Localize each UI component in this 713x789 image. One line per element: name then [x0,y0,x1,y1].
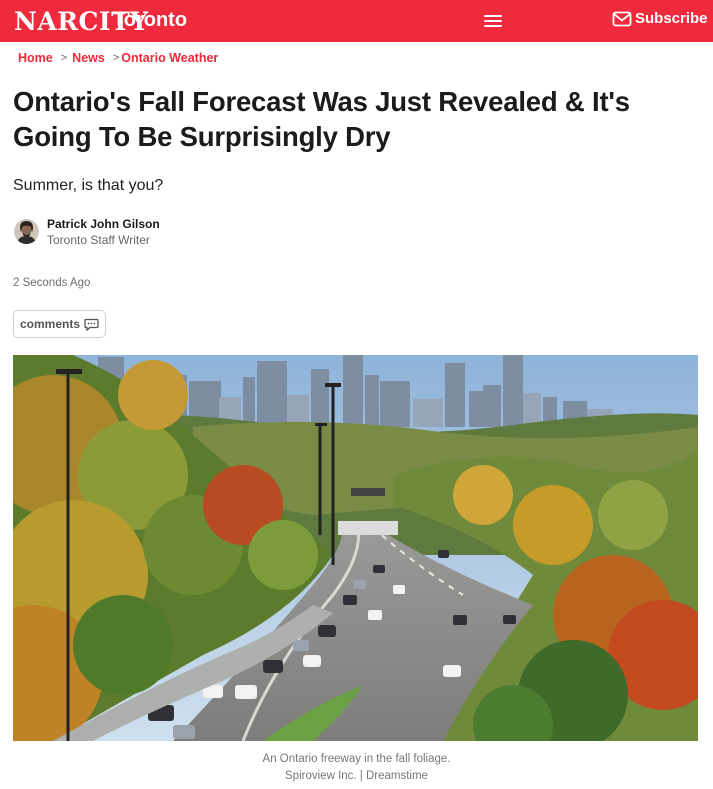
author-avatar[interactable] [14,219,39,244]
image-caption: An Ontario freeway in the fall foliage. … [0,751,713,785]
comments-label: comments [20,317,81,331]
photo-credit: Spiroview Inc. | Dreamstime [285,770,428,782]
caption-text: An Ontario freeway in the fall foliage. [262,753,451,765]
article-subheading: Summer, is that you? [13,177,164,194]
subscribe-button[interactable]: Subscribe [612,10,708,27]
breadcrumb-separator: > [60,52,68,64]
breadcrumb-ontario-weather[interactable]: Ontario Weather [121,51,218,65]
subscribe-label: Subscribe [635,10,708,27]
breadcrumb-home[interactable]: Home [18,51,53,65]
article-headline: Ontario's Fall Forecast Was Just Reveale… [13,86,630,152]
city-label[interactable]: Toronto [113,8,187,32]
author-role: Toronto Staff Writer [47,233,150,247]
feature-image[interactable] [13,355,698,741]
breadcrumb-news[interactable]: News [72,51,105,65]
breadcrumb: Home > News > Ontario Weather [18,51,218,65]
comments-button[interactable]: comments [13,310,106,338]
author-byline: Patrick John Gilson Toronto Staff Writer [14,216,160,249]
publish-timestamp: 2 Seconds Ago [13,277,91,289]
breadcrumb-separator: > [112,52,120,64]
envelope-icon [612,11,632,26]
chat-bubble-icon [84,318,99,331]
author-name[interactable]: Patrick John Gilson [47,216,160,232]
hamburger-menu-icon[interactable] [480,10,506,32]
top-nav-bar: NARCITY Toronto Subscribe [0,0,713,42]
